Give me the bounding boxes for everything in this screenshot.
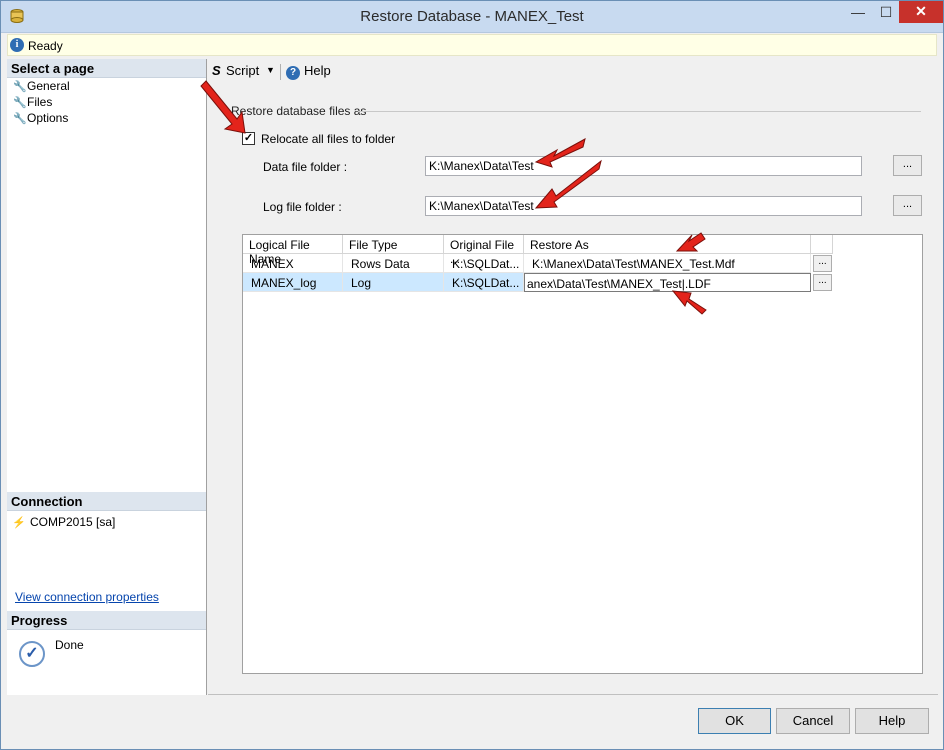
table-cell-logical[interactable]: MANEX xyxy=(243,254,343,273)
help-icon: ? xyxy=(286,66,300,80)
script-label: Script xyxy=(226,63,260,78)
bottom-divider xyxy=(208,694,938,695)
page-item-general[interactable]: 🔧General xyxy=(13,79,70,93)
progress-value: Done xyxy=(55,638,84,652)
status-bar: i Ready xyxy=(7,34,937,56)
wrench-icon: 🔧 xyxy=(13,113,27,125)
page-item-label: Files xyxy=(27,95,53,109)
table-cell-logical[interactable]: MANEX_log xyxy=(243,273,343,292)
table-cell-type[interactable]: Log xyxy=(343,273,444,292)
help-button[interactable]: Help xyxy=(855,708,929,734)
data-folder-input[interactable]: K:\Manex\Data\Test xyxy=(425,156,862,176)
table-cell-original[interactable]: K:\SQLDat... xyxy=(444,254,524,273)
checkmark-icon: ✓ xyxy=(19,641,45,667)
progress-header: Progress xyxy=(7,611,206,630)
table-cell-restore-as[interactable]: K:\Manex\Data\Test\MANEX_Test.Mdf xyxy=(524,254,811,273)
minimize-button[interactable]: — xyxy=(843,2,873,24)
wrench-icon: 🔧 xyxy=(13,81,27,93)
data-folder-browse-button[interactable]: ... xyxy=(893,155,922,176)
page-item-label: Options xyxy=(27,111,69,125)
log-folder-label: Log file folder : xyxy=(263,200,342,214)
restore-as-browse-button[interactable]: ... xyxy=(813,274,832,291)
log-folder-input[interactable]: K:\Manex\Data\Test xyxy=(425,196,862,216)
restore-as-browse-button[interactable]: ... xyxy=(813,255,832,272)
script-button[interactable]: S Script xyxy=(212,63,259,78)
script-dropdown-icon[interactable]: ▼ xyxy=(266,65,275,75)
restore-as-edit-field[interactable]: anex\Data\Test\MANEX_Test|.LDF xyxy=(524,273,811,292)
connection-row: ⚡ COMP2015 [sa] xyxy=(12,515,115,529)
status-text: Ready xyxy=(28,39,63,53)
relocate-checkbox[interactable]: ✓ xyxy=(242,132,255,145)
script-icon: S xyxy=(212,63,221,78)
column-header-type[interactable]: File Type xyxy=(343,235,444,254)
data-folder-label: Data file folder : xyxy=(263,160,348,174)
column-header-restore-as[interactable]: Restore As xyxy=(524,235,811,254)
restore-database-window: Restore Database - MANEX_Test — ☐ ✕ i Re… xyxy=(0,0,944,750)
help-toolbar-button[interactable]: ? Help xyxy=(286,63,331,80)
toolbar: S Script ▼ ? Help xyxy=(208,59,938,83)
relocate-label: Relocate all files to folder xyxy=(261,132,396,146)
toolbar-separator xyxy=(280,64,281,80)
table-cell-original[interactable]: K:\SQLDat... xyxy=(444,273,524,292)
view-connection-properties-link[interactable]: View connection properties xyxy=(15,590,159,604)
maximize-button[interactable]: ☐ xyxy=(873,2,899,24)
title-bar: Restore Database - MANEX_Test — ☐ ✕ xyxy=(1,1,943,33)
info-icon: i xyxy=(10,38,24,52)
wrench-icon: 🔧 xyxy=(13,97,27,109)
window-title: Restore Database - MANEX_Test xyxy=(360,8,584,25)
connection-header: Connection xyxy=(7,492,206,511)
column-header-blank xyxy=(811,235,833,254)
section-label: Restore database files as xyxy=(231,104,367,118)
select-page-header: Select a page xyxy=(7,59,206,78)
close-button[interactable]: ✕ xyxy=(899,1,943,23)
page-item-options[interactable]: 🔧Options xyxy=(13,111,68,125)
section-divider xyxy=(358,111,921,112)
files-grid: Logical File Name File Type Original Fil… xyxy=(242,234,923,674)
connection-value: COMP2015 [sa] xyxy=(30,515,116,529)
table-cell-type[interactable]: Rows Data xyxy=(343,254,444,273)
log-folder-browse-button[interactable]: ... xyxy=(893,195,922,216)
server-connection-icon: ⚡ xyxy=(12,517,26,529)
page-item-files[interactable]: 🔧Files xyxy=(13,95,52,109)
column-header-original[interactable]: Original File ... xyxy=(444,235,524,266)
cancel-button[interactable]: Cancel xyxy=(776,708,850,734)
help-label: Help xyxy=(304,63,331,78)
ok-button[interactable]: OK xyxy=(698,708,771,734)
column-header-logical[interactable]: Logical File Name xyxy=(243,235,343,266)
page-item-label: General xyxy=(27,79,70,93)
left-pane: Select a page 🔧General 🔧Files 🔧Options C… xyxy=(7,59,207,695)
